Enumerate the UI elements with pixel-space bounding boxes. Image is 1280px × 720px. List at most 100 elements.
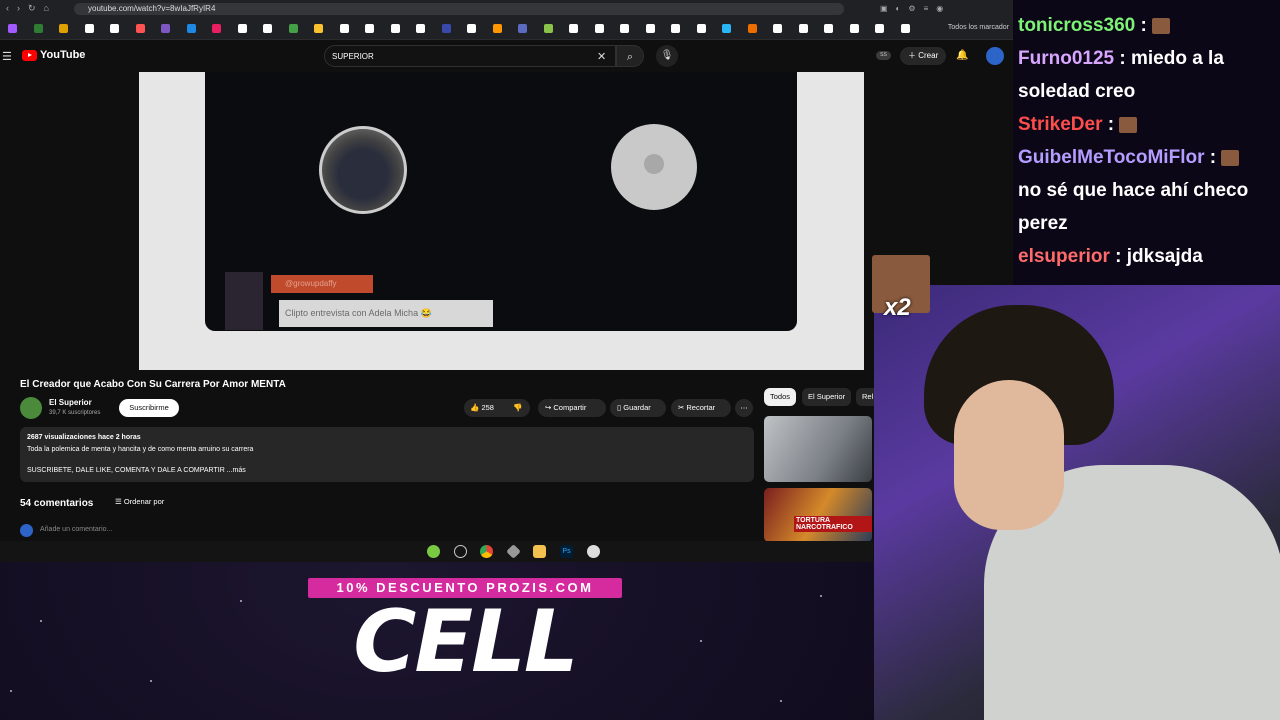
notifications-bell-icon[interactable]: 🔔: [956, 50, 968, 61]
chrome-icon[interactable]: [480, 545, 493, 558]
video-placeholder-avatar-icon: [611, 124, 697, 210]
account-avatar[interactable]: [986, 47, 1004, 65]
search-input[interactable]: SUPERIOR: [324, 45, 616, 67]
bookmark-icon[interactable]: [59, 24, 68, 33]
all-bookmarks-link[interactable]: Todos los marcador: [948, 24, 1009, 31]
bookmark-icon[interactable]: [543, 24, 553, 33]
taskbar-app-icon[interactable]: [506, 544, 521, 559]
related-video-thumbnail[interactable]: TORTURA NARCOTRAFICO: [764, 488, 872, 542]
more-actions-button[interactable]: ⋯: [735, 399, 753, 417]
photoshop-icon[interactable]: Ps: [560, 545, 573, 558]
chip-all[interactable]: Todos: [764, 388, 797, 406]
hamburger-menu-icon[interactable]: ☰: [2, 50, 12, 63]
bookmark-icon[interactable]: [798, 24, 808, 33]
save-button[interactable]: ▯ Guardar: [610, 399, 666, 417]
bookmark-icon[interactable]: [8, 24, 17, 33]
taskbar-app-icon[interactable]: [427, 545, 440, 558]
bookmark-icon[interactable]: [441, 24, 451, 33]
bookmark-icon[interactable]: [110, 24, 119, 33]
video-caption: Clipto entrevista con Adela Micha 😂: [279, 300, 493, 327]
chat-message: tonicross360 :: [1018, 10, 1171, 42]
bookmark-icon[interactable]: [620, 24, 629, 33]
chat-message: GuibelMeTocoMiFlor :: [1018, 142, 1240, 174]
chat-username[interactable]: elsuperior: [1018, 246, 1110, 267]
like-button[interactable]: 👍 258: [470, 399, 494, 417]
chip-channel[interactable]: El Superior: [802, 388, 852, 406]
bookmark-icon[interactable]: [212, 24, 221, 33]
voice-search-button[interactable]: 🎙: [656, 45, 678, 67]
chat-separator: :: [1204, 147, 1222, 168]
bookmark-icon[interactable]: [314, 24, 323, 33]
bookmark-icon[interactable]: [467, 24, 476, 33]
bookmark-icon[interactable]: [569, 24, 578, 33]
sort-comments-button[interactable]: ☰ Ordenar por: [115, 497, 164, 506]
taskbar-app-icon[interactable]: [454, 545, 467, 558]
clip-button[interactable]: ✂ Recortar: [671, 399, 731, 417]
bookmark-icon[interactable]: [161, 24, 170, 33]
bookmark-icon[interactable]: [824, 24, 833, 33]
chat-username[interactable]: tonicross360: [1018, 15, 1135, 36]
ss-badge[interactable]: SS: [876, 51, 891, 60]
dislike-button[interactable]: 👎: [513, 399, 522, 417]
bookmark-icon[interactable]: [339, 24, 349, 33]
like-dislike-group: 👍 258 👎: [464, 399, 530, 417]
bookmark-icon[interactable]: [594, 24, 604, 33]
bookmark-icon[interactable]: [492, 24, 502, 33]
bookmark-icon[interactable]: [135, 24, 145, 33]
bookmark-icon[interactable]: [773, 24, 782, 33]
channel-avatar[interactable]: [20, 397, 42, 419]
chat-message: Furno0125 : miedo a la: [1018, 43, 1224, 75]
comments-count: 54 comentarios: [20, 498, 94, 509]
bookmark-icon[interactable]: [33, 24, 43, 33]
chat-username[interactable]: GuibelMeTocoMiFlor: [1018, 147, 1204, 168]
description-line: Toda la polemica de menta y hancita y de…: [27, 446, 254, 453]
extension-icons[interactable]: ▣◐⚙≡◉: [880, 4, 951, 13]
create-button[interactable]: ＋ Crear: [900, 47, 947, 65]
clear-search-icon[interactable]: ✕: [597, 50, 606, 63]
browser-nav-icons[interactable]: ‹›↻⌂: [6, 3, 57, 14]
bookmark-icon[interactable]: [747, 24, 757, 33]
bookmark-icon[interactable]: [186, 24, 196, 33]
show-more-link[interactable]: ...más: [227, 467, 246, 474]
url-field[interactable]: youtube.com/watch?v=8wIaJfRyIR4: [74, 3, 844, 15]
bookmark-icon[interactable]: [288, 24, 298, 33]
webcam-person-face: [954, 380, 1064, 530]
add-comment-input[interactable]: Añade un comentario...: [40, 526, 112, 533]
search-button[interactable]: ⌕: [616, 45, 644, 67]
bookmark-icon[interactable]: [390, 24, 400, 33]
chat-text: no sé que hace ahí checo: [1018, 180, 1249, 201]
star: [10, 690, 12, 692]
chat-username[interactable]: StrikeDer: [1018, 114, 1103, 135]
video-inset-thumbnail: [225, 272, 263, 330]
channel-name[interactable]: El Superior: [49, 398, 92, 407]
chat-emote-icon: [1221, 149, 1240, 166]
bookmark-icon[interactable]: [696, 24, 706, 33]
share-button[interactable]: ↪ Compartir: [538, 399, 606, 417]
video-player[interactable]: @growupdaffy Clipto entrevista con Adela…: [139, 72, 864, 370]
chat-message: StrikeDer :: [1018, 109, 1138, 141]
bookmark-icon[interactable]: [671, 24, 680, 33]
bookmark-icon[interactable]: [518, 24, 527, 33]
bookmark-icon[interactable]: [237, 24, 247, 33]
star: [150, 680, 152, 682]
chat-username[interactable]: Furno0125: [1018, 48, 1114, 69]
bookmark-icon[interactable]: [263, 24, 272, 33]
sort-label: Ordenar por: [123, 497, 165, 506]
taskbar-app-icon[interactable]: [587, 545, 600, 558]
bookmark-icon[interactable]: [849, 24, 859, 33]
bookmark-icon[interactable]: [84, 24, 94, 33]
description-box[interactable]: 2687 visualizaciones hace 2 horas Toda l…: [20, 427, 754, 482]
microphone-icon: 🎙: [660, 50, 674, 61]
bookmark-icon[interactable]: [365, 24, 374, 33]
subscribe-button[interactable]: Suscribirme: [119, 399, 179, 417]
bookmark-icon[interactable]: [875, 24, 884, 33]
thumbnail-caption: TORTURA NARCOTRAFICO: [794, 516, 872, 532]
chat-text: miedo a la: [1130, 48, 1224, 69]
folder-icon[interactable]: [533, 545, 546, 558]
bookmark-icon[interactable]: [416, 24, 425, 33]
bookmark-icon[interactable]: [900, 24, 910, 33]
youtube-logo[interactable]: YouTube: [22, 49, 85, 61]
related-video-thumbnail[interactable]: [764, 416, 872, 482]
bookmark-icon[interactable]: [722, 24, 731, 33]
bookmark-icon[interactable]: [645, 24, 655, 33]
